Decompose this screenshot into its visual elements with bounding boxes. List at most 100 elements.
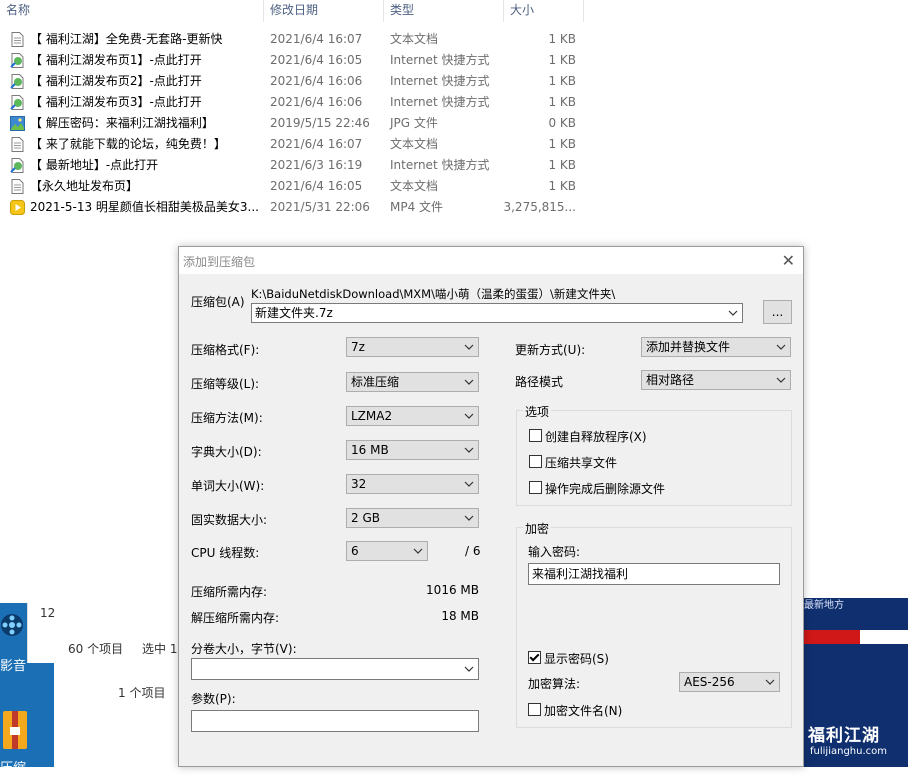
video-file-icon xyxy=(10,200,25,215)
archive-name-value: 新建文件夹.7z xyxy=(255,306,333,320)
options-group: 选项 创建自释放程序(X) 压缩共享文件 操作完成后删除源文件 xyxy=(516,403,792,506)
enc-method-value: AES-256 xyxy=(684,675,735,689)
show-password-label: 显示密码(S) xyxy=(544,652,609,666)
format-select[interactable]: 7z xyxy=(346,337,479,357)
file-type: 文本文档 xyxy=(390,137,439,151)
chevron-down-icon xyxy=(776,344,786,350)
word-select[interactable]: 32 xyxy=(346,474,479,494)
file-row[interactable]: 【 福利江湖发布页1】-点此打开 2021/6/4 16:05 Internet 快… xyxy=(0,50,584,71)
checkbox-box[interactable] xyxy=(529,429,542,442)
file-date: 2021/5/31 22:06 xyxy=(270,200,370,214)
checkbox-box[interactable] xyxy=(528,703,541,716)
checkbox-box[interactable] xyxy=(529,481,542,494)
checkbox-box-checked[interactable] xyxy=(528,651,541,664)
status-items: 60 个项目 xyxy=(68,642,124,656)
chevron-down-icon xyxy=(464,515,474,521)
file-size: 3,275,815... xyxy=(503,200,576,214)
word-label: 单词大小(W): xyxy=(191,479,265,493)
path-mode-select[interactable]: 相对路径 xyxy=(641,370,791,390)
file-date: 2021/6/4 16:07 xyxy=(270,32,363,46)
file-name: 【 福利江湖发布页3】-点此打开 xyxy=(30,95,202,109)
threads-select[interactable]: 6 xyxy=(346,541,428,561)
archive-app-icon[interactable] xyxy=(2,709,28,751)
level-label: 压缩等级(L): xyxy=(191,377,260,391)
banner-text: 最新地方 xyxy=(804,600,844,611)
file-row[interactable]: 2021-5-13 明星颜值长相甜美极品美女3... 2021/5/31 22:0… xyxy=(0,197,584,218)
password-input[interactable]: 来福利江湖找福利 xyxy=(528,563,780,585)
archive-path: K:\BaiduNetdiskDownload\MXM\喵小萌（温柔的蛋蛋）\新… xyxy=(251,287,616,301)
file-size: 1 KB xyxy=(548,32,576,46)
encrypt-names-checkbox[interactable]: 加密文件名(N) xyxy=(528,702,622,719)
file-row[interactable]: 【 福利江湖】全免费-无套路-更新快 2021/6/4 16:07 文本文档 1 KB xyxy=(0,29,584,50)
file-type: 文本文档 xyxy=(390,179,439,193)
options-group-label: 选项 xyxy=(523,403,552,420)
file-type: Internet 快捷方式 xyxy=(390,158,490,172)
archive-name-combo[interactable]: 新建文件夹.7z xyxy=(251,303,743,323)
file-type: MP4 文件 xyxy=(390,200,444,214)
dialog-titlebar[interactable]: 添加到压缩包 ✕ xyxy=(179,247,803,274)
file-date: 2021/6/4 16:06 xyxy=(270,74,363,88)
word-value: 32 xyxy=(351,477,367,491)
mem-decompress-value: 18 MB xyxy=(441,609,479,623)
logo-text: 福利江湖 xyxy=(808,726,880,746)
mem-decompress-label: 解压缩所需内存: xyxy=(191,611,280,625)
background-window[interactable]: 12 60 个项目 选中 1 xyxy=(27,603,181,663)
window-number: 12 xyxy=(40,606,56,620)
method-select[interactable]: LZMA2 xyxy=(346,406,479,426)
file-name: 【永久地址发布页】 xyxy=(30,179,139,193)
mem-compress-label: 压缩所需内存: xyxy=(191,585,268,599)
file-date: 2021/6/4 16:07 xyxy=(270,137,363,151)
enc-method-select[interactable]: AES-256 xyxy=(679,672,780,692)
watermark-logo: 福利江湖 fulijianghu.com xyxy=(804,715,908,767)
dict-select[interactable]: 16 MB xyxy=(346,440,479,460)
level-select[interactable]: 标准压缩 xyxy=(346,372,479,392)
close-icon[interactable]: ✕ xyxy=(782,251,795,270)
format-label: 压缩格式(F): xyxy=(191,343,260,357)
browse-button[interactable]: ... xyxy=(763,300,792,324)
column-name[interactable]: 名称 xyxy=(0,0,264,22)
file-row[interactable]: 【 最新地址】-点此打开 2021/6/3 16:19 Internet 快捷方式 1… xyxy=(0,155,584,176)
params-label: 参数(P): xyxy=(191,692,236,706)
opt-sfx-label: 创建自释放程序(X) xyxy=(545,430,647,444)
dict-value: 16 MB xyxy=(351,443,389,457)
column-type[interactable]: 类型 xyxy=(384,0,504,22)
file-size: 1 KB xyxy=(548,95,576,109)
params-input[interactable] xyxy=(191,710,479,732)
checkbox-box[interactable] xyxy=(529,455,542,468)
mem-compress-value: 1016 MB xyxy=(426,583,479,597)
file-size: 1 KB xyxy=(548,137,576,151)
update-select[interactable]: 添加并替换文件 xyxy=(641,337,791,357)
solid-label: 固实数据大小: xyxy=(191,513,268,527)
file-size: 0 KB xyxy=(548,116,576,130)
column-size[interactable]: 大小 xyxy=(504,0,584,22)
video-player-icon[interactable] xyxy=(0,611,26,639)
file-row[interactable]: 【 来了就能下载的论坛，纯免费！】 2021/6/4 16:07 文本文档 1 KB xyxy=(0,134,584,155)
chevron-down-icon xyxy=(464,447,474,453)
status-items-2: 1 个项目 xyxy=(118,686,166,700)
chevron-down-icon xyxy=(765,679,775,685)
solid-value: 2 GB xyxy=(351,511,380,525)
column-date[interactable]: 修改日期 xyxy=(264,0,384,22)
file-name: 【 解压密码：来福利江湖找福利】 xyxy=(30,116,214,130)
file-row[interactable]: 【 福利江湖发布页2】-点此打开 2021/6/4 16:06 Internet 快… xyxy=(0,71,584,92)
add-to-archive-dialog: 添加到压缩包 ✕ 压缩包(A) K:\BaiduNetdiskDownload\… xyxy=(178,246,804,767)
background-window-2[interactable]: 1 个项目 xyxy=(104,663,180,713)
file-date: 2021/6/3 16:19 xyxy=(270,158,363,172)
solid-select[interactable]: 2 GB xyxy=(346,508,479,528)
chevron-down-icon xyxy=(728,310,738,316)
update-value: 添加并替换文件 xyxy=(646,340,731,354)
show-password-checkbox[interactable]: 显示密码(S) xyxy=(528,650,609,667)
encryption-group-label: 加密 xyxy=(523,520,552,537)
file-row[interactable]: 【 福利江湖发布页3】-点此打开 2021/6/4 16:06 Internet 快… xyxy=(0,92,584,113)
logo-url: fulijianghu.com xyxy=(810,746,887,757)
file-row[interactable]: 【 解压密码：来福利江湖找福利】 2019/5/15 22:46 JPG 文件 0 K… xyxy=(0,113,584,134)
opt-sfx-checkbox[interactable]: 创建自释放程序(X) xyxy=(529,428,647,445)
opt-shared-checkbox[interactable]: 压缩共享文件 xyxy=(529,454,617,471)
path-mode-value: 相对路径 xyxy=(646,373,695,387)
text-file-icon xyxy=(11,32,24,47)
text-file-icon xyxy=(11,137,24,152)
split-combo[interactable] xyxy=(191,658,479,680)
encryption-group: 加密 输入密码: 来福利江湖找福利 显示密码(S) 加密算法: AES-256 … xyxy=(516,520,792,728)
opt-delete-checkbox[interactable]: 操作完成后删除源文件 xyxy=(529,480,665,497)
file-row[interactable]: 【永久地址发布页】 2021/6/4 16:05 文本文档 1 KB xyxy=(0,176,584,197)
